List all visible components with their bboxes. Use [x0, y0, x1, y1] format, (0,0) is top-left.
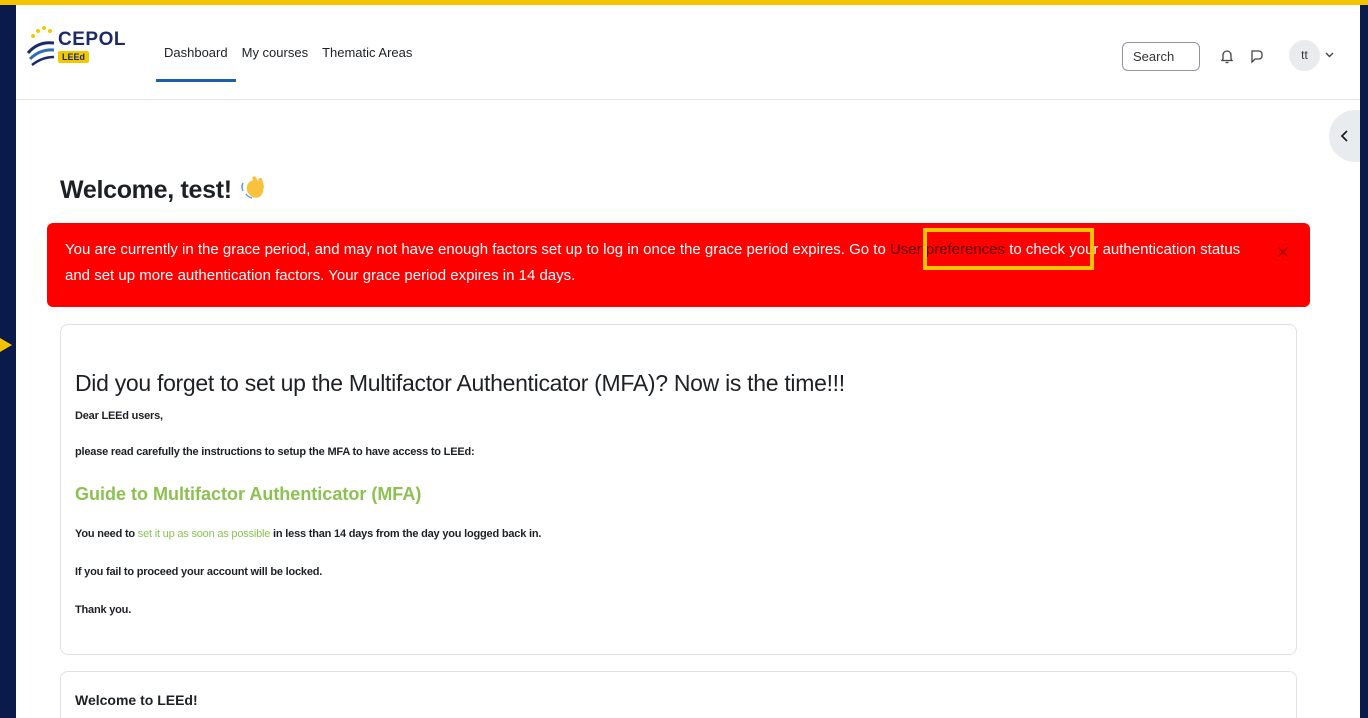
mfa-card-title: Did you forget to set up the Multifactor…	[75, 370, 845, 396]
welcome-text: Welcome, test!	[60, 176, 232, 204]
user-avatar[interactable]: tt	[1289, 40, 1320, 71]
search-button[interactable]: Search	[1122, 42, 1200, 71]
nav-dashboard[interactable]: Dashboard	[156, 45, 236, 82]
logo[interactable]: CEPOL LEEd	[24, 23, 144, 73]
logo-swirl-icon	[26, 26, 55, 66]
drawer-toggle-button[interactable]	[1329, 110, 1360, 162]
user-preferences-link[interactable]: User preferences	[890, 241, 1005, 258]
waving-hand-icon	[241, 176, 264, 199]
mfa-greeting: Dear LEEd users,	[75, 410, 163, 422]
mfa-announcement-card: Did you forget to set up the Multifactor…	[60, 324, 1297, 655]
navbar: CEPOL LEEd Dashboard My courses Thematic…	[16, 5, 1360, 100]
welcome-card-title: Welcome to LEEd!	[75, 692, 198, 708]
nav-thematic-areas[interactable]: Thematic Areas	[322, 45, 412, 60]
mfa-deadline-after: in less than 14 days from the day you lo…	[270, 528, 542, 540]
bell-icon[interactable]	[1218, 47, 1236, 65]
chevron-left-icon	[1340, 130, 1348, 142]
mfa-warning: If you fail to proceed your account will…	[75, 566, 323, 578]
page-title: Welcome, test!	[60, 173, 268, 205]
nav-my-courses[interactable]: My courses	[242, 45, 308, 60]
setup-mfa-link[interactable]: set it up as soon as possible	[138, 528, 271, 540]
page: CEPOL LEEd Dashboard My courses Thematic…	[16, 5, 1360, 718]
pointer-arrow-icon	[0, 338, 12, 352]
chevron-down-icon[interactable]	[1325, 50, 1334, 59]
alert-text-before: You are currently in the grace period, a…	[65, 241, 890, 258]
mfa-instructions: please read carefully the instructions t…	[75, 446, 475, 458]
close-icon[interactable]	[1276, 245, 1290, 259]
mfa-deadline-before: You need to	[75, 528, 138, 540]
mfa-thanks: Thank you.	[75, 604, 132, 616]
logo-badge: LEEd	[58, 51, 90, 63]
logo-text: CEPOL	[58, 29, 126, 50]
mfa-deadline: You need to set it up as soon as possibl…	[75, 528, 541, 540]
messages-icon[interactable]	[1248, 47, 1266, 65]
welcome-card: Welcome to LEEd!	[60, 671, 1297, 718]
grace-period-alert: You are currently in the grace period, a…	[47, 223, 1310, 307]
primary-navigation: Dashboard My courses Thematic Areas	[156, 45, 412, 82]
mfa-guide-link[interactable]: Guide to Multifactor Authenticator (MFA)	[75, 484, 421, 505]
